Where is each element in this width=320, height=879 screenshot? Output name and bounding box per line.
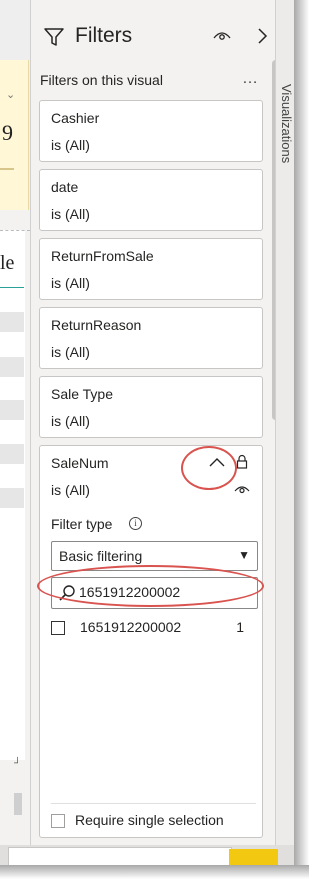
filter-type-label: Filter type bbox=[51, 516, 113, 532]
window-shadow bbox=[0, 865, 309, 879]
info-icon[interactable]: i bbox=[129, 517, 142, 530]
require-single-selection[interactable]: Require single selection bbox=[51, 812, 256, 832]
filter-card-name: date bbox=[51, 179, 79, 195]
window-shadow bbox=[294, 0, 309, 879]
item-checkbox[interactable] bbox=[51, 621, 65, 635]
chevron-down-icon[interactable]: ⌄ bbox=[6, 88, 15, 101]
filter-card-state: is (All) bbox=[51, 344, 90, 360]
divider bbox=[51, 803, 256, 804]
filter-card-state: is (All) bbox=[51, 206, 90, 222]
table-row bbox=[0, 488, 24, 508]
visual-border bbox=[0, 230, 30, 231]
filter-card-date[interactable]: date is (All) bbox=[39, 169, 263, 231]
visualizations-pane-label[interactable]: Visualizations bbox=[279, 84, 294, 163]
single-selection-checkbox[interactable] bbox=[51, 814, 65, 828]
table-header-line bbox=[0, 287, 24, 288]
caret-down-icon: ▼ bbox=[238, 548, 250, 562]
filter-card-cashier[interactable]: Cashier is (All) bbox=[39, 100, 263, 162]
filter-card-returnreason[interactable]: ReturnReason is (All) bbox=[39, 307, 263, 369]
canvas-top bbox=[0, 0, 30, 60]
chevron-right-icon[interactable] bbox=[256, 26, 268, 46]
filter-card-name: Sale Type bbox=[51, 386, 114, 402]
table-title-fragment: le bbox=[0, 252, 15, 274]
scroll-fragment bbox=[14, 793, 22, 815]
pane-title: Filters bbox=[75, 24, 133, 47]
table-row bbox=[0, 400, 24, 420]
table-row bbox=[0, 444, 24, 464]
filters-header: Filters bbox=[31, 0, 294, 60]
filter-card-state: is (All) bbox=[51, 275, 90, 291]
filter-card-name: Cashier bbox=[51, 110, 100, 126]
eye-icon[interactable] bbox=[213, 30, 231, 42]
filter-icon bbox=[44, 28, 64, 46]
item-count: 1 bbox=[236, 619, 244, 635]
filter-card-state: is (All) bbox=[51, 137, 90, 153]
page-tab-active[interactable] bbox=[229, 849, 278, 865]
annotation-circle bbox=[181, 446, 237, 490]
filter-card-saletype[interactable]: Sale Type is (All) bbox=[39, 376, 263, 438]
filters-pane: Filters Filters on this visual … Cashier… bbox=[30, 0, 294, 845]
filter-card-state: is (All) bbox=[51, 482, 90, 498]
filter-type-value: Basic filtering bbox=[59, 548, 143, 564]
eye-icon[interactable] bbox=[234, 484, 250, 495]
more-options-icon[interactable]: … bbox=[242, 70, 259, 88]
filter-card-returnfromsale[interactable]: ReturnFromSale is (All) bbox=[39, 238, 263, 300]
card-value-fragment: 9 bbox=[2, 120, 13, 145]
annotation-ellipse bbox=[37, 565, 264, 607]
section-label: Filters on this visual bbox=[40, 72, 163, 88]
table-row bbox=[0, 312, 24, 332]
list-item[interactable]: 1651912200002 1 bbox=[51, 618, 256, 640]
filter-card-name: ReturnReason bbox=[51, 317, 142, 333]
filter-card-name: SaleNum bbox=[51, 455, 109, 471]
filter-card-state: is (All) bbox=[51, 413, 90, 429]
card-underline bbox=[0, 168, 14, 170]
single-selection-label: Require single selection bbox=[75, 812, 224, 828]
filter-card-name: ReturnFromSale bbox=[51, 248, 154, 264]
filter-card-salenum[interactable]: SaleNum is (All) Filter type i Basic fil… bbox=[39, 445, 263, 838]
table-row bbox=[0, 357, 24, 377]
lock-icon[interactable] bbox=[236, 454, 248, 469]
resize-handle-icon[interactable]: ┘ bbox=[14, 758, 21, 769]
report-canvas: ⌄ 9 le ┘ bbox=[0, 0, 30, 845]
item-label: 1651912200002 bbox=[80, 619, 182, 635]
